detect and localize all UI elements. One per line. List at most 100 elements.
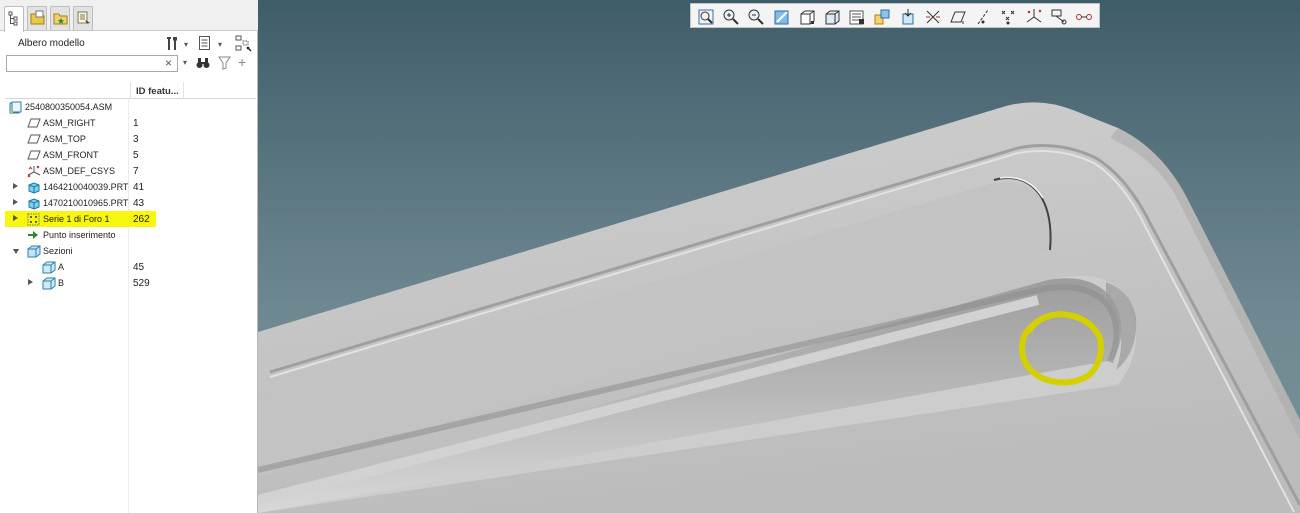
view-manager-button[interactable]	[846, 6, 868, 26]
search-dropdown-icon[interactable]: ▾	[183, 58, 187, 67]
filter-icon[interactable]	[218, 56, 231, 73]
show-dropdown-icon[interactable]: ▾	[218, 40, 222, 49]
model-tree-header: Albero modello ▾ ▾	[0, 32, 258, 54]
tree-row[interactable]: 2540800350054.ASM	[5, 99, 256, 115]
model-view	[258, 102, 1300, 513]
tree-row-id: 1	[133, 118, 139, 129]
tree-row-label: 1464210040039.PRT	[43, 182, 129, 192]
section-clip-button[interactable]	[897, 6, 919, 26]
expand-arrow-icon[interactable]	[28, 279, 33, 285]
tab-favorites[interactable]	[50, 6, 70, 30]
tree-row-label: 1470210010965.PRT	[43, 198, 129, 208]
model-tree-icon	[8, 11, 18, 26]
tree-row-label: Punto inserimento	[43, 230, 116, 240]
tree-row-label: Sezioni	[43, 246, 73, 256]
tree-row-label: 2540800350054.ASM	[25, 102, 113, 112]
tree-row-label: A	[58, 262, 65, 272]
tab-model-tree[interactable]	[4, 6, 24, 32]
column-id-header[interactable]: ID featu...	[130, 82, 184, 99]
view-toolbar	[690, 3, 1100, 28]
tree-row-label: ASM_RIGHT	[43, 118, 96, 128]
tree-row[interactable]: A 45	[5, 259, 256, 275]
section-icon	[42, 277, 56, 293]
axis-display-icon	[977, 9, 989, 25]
expand-arrow-icon[interactable]	[13, 215, 18, 221]
tree-row[interactable]: ASM_RIGHT 1	[5, 115, 256, 131]
saved-orientations-button[interactable]	[821, 6, 843, 26]
tree-columns-header: ID featu...	[5, 82, 256, 99]
tree-row-label: Serie 1 di Foro 1	[43, 214, 110, 224]
column-name-header[interactable]	[5, 82, 129, 99]
graphics-viewport[interactable]	[258, 0, 1300, 513]
tree-row-id: 45	[133, 262, 145, 273]
perspective-button[interactable]	[871, 6, 893, 26]
tree-row-label: B	[58, 278, 65, 288]
tree-row[interactable]: ASM_DEF_CSYS 7	[5, 163, 256, 179]
display-style-icon	[800, 10, 815, 25]
layers-icon	[77, 11, 90, 24]
point-display-button[interactable]	[997, 6, 1019, 26]
csys-display-button[interactable]	[1023, 6, 1045, 26]
tree-row[interactable]: 1464210040039.PRT 41	[5, 179, 256, 195]
repaint-button[interactable]	[771, 6, 793, 26]
perspective-icon	[874, 9, 890, 25]
datum-plane-icon	[27, 149, 41, 164]
tree-row[interactable]: B 529	[5, 275, 256, 291]
insert-arrow-icon	[27, 229, 39, 244]
csys-display-icon	[1026, 9, 1041, 23]
search-clear-icon[interactable]: ×	[165, 56, 172, 70]
plane-display-icon	[950, 11, 966, 24]
plane-display-button[interactable]	[947, 6, 969, 26]
tab-layers[interactable]	[73, 6, 93, 30]
saved-orientations-icon	[825, 10, 840, 25]
spin-center-button[interactable]	[1073, 6, 1095, 26]
find-binoculars-icon[interactable]	[196, 56, 210, 73]
tree-row[interactable]: ASM_TOP 3	[5, 131, 256, 147]
expand-arrow-icon[interactable]	[13, 183, 18, 189]
folder-browser-icon	[30, 10, 45, 25]
datum-plane-icon	[27, 117, 41, 132]
tree-row[interactable]: Punto inserimento	[5, 227, 256, 243]
collapse-arrow-icon[interactable]	[13, 249, 19, 254]
model-tree-panel: Albero modello ▾ ▾ × ▾ + ID featu... 254…	[0, 0, 258, 513]
search-row: × ▾ +	[0, 54, 258, 74]
zoom-in-button[interactable]	[720, 6, 742, 26]
datum-display-icon	[925, 10, 940, 24]
repaint-icon	[774, 10, 789, 25]
tree-row-label: ASM_DEF_CSYS	[43, 166, 116, 176]
tree-row-id: 529	[133, 278, 150, 289]
settings-dropdown-icon[interactable]: ▾	[184, 40, 188, 49]
datum-display-button[interactable]	[922, 6, 944, 26]
annotation-display-button[interactable]	[1048, 6, 1070, 26]
add-column-icon[interactable]: +	[238, 55, 246, 69]
spin-center-icon	[1076, 14, 1092, 20]
tree-row[interactable]: Serie 1 di Foro 1 262	[5, 211, 256, 227]
tab-folder-browser[interactable]	[27, 6, 47, 30]
zoom-in-icon	[723, 9, 739, 25]
zoom-fit-button[interactable]	[695, 6, 717, 26]
tree-row[interactable]: 1470210010965.PRT 43	[5, 195, 256, 211]
favorites-icon	[53, 13, 68, 25]
tree-row-id: 262	[133, 214, 150, 225]
tree-row-id: 41	[133, 182, 145, 193]
expand-arrow-icon[interactable]	[13, 199, 18, 205]
display-style-button[interactable]	[796, 6, 818, 26]
axis-display-button[interactable]	[972, 6, 994, 26]
tree-row-id: 5	[133, 150, 139, 161]
tree-row-id: 3	[133, 134, 139, 145]
panel-title: Albero modello	[18, 38, 85, 49]
tree-row[interactable]: ASM_FRONT 5	[5, 147, 256, 163]
show-menu-icon[interactable]	[198, 35, 212, 54]
zoom-out-button[interactable]	[745, 6, 767, 26]
datum-plane-icon	[27, 133, 41, 148]
tree-row-id: 43	[133, 198, 145, 209]
tree-row-label: ASM_TOP	[43, 134, 86, 144]
point-display-icon	[1002, 10, 1015, 25]
zoom-out-icon	[748, 9, 765, 25]
search-input[interactable]	[6, 55, 178, 72]
zoom-fit-icon	[698, 9, 714, 25]
tree-row[interactable]: Sezioni	[5, 243, 256, 259]
panel-tabs	[0, 0, 258, 32]
settings-tools-icon[interactable]	[165, 35, 179, 54]
tree-filters-icon[interactable]	[235, 35, 253, 56]
